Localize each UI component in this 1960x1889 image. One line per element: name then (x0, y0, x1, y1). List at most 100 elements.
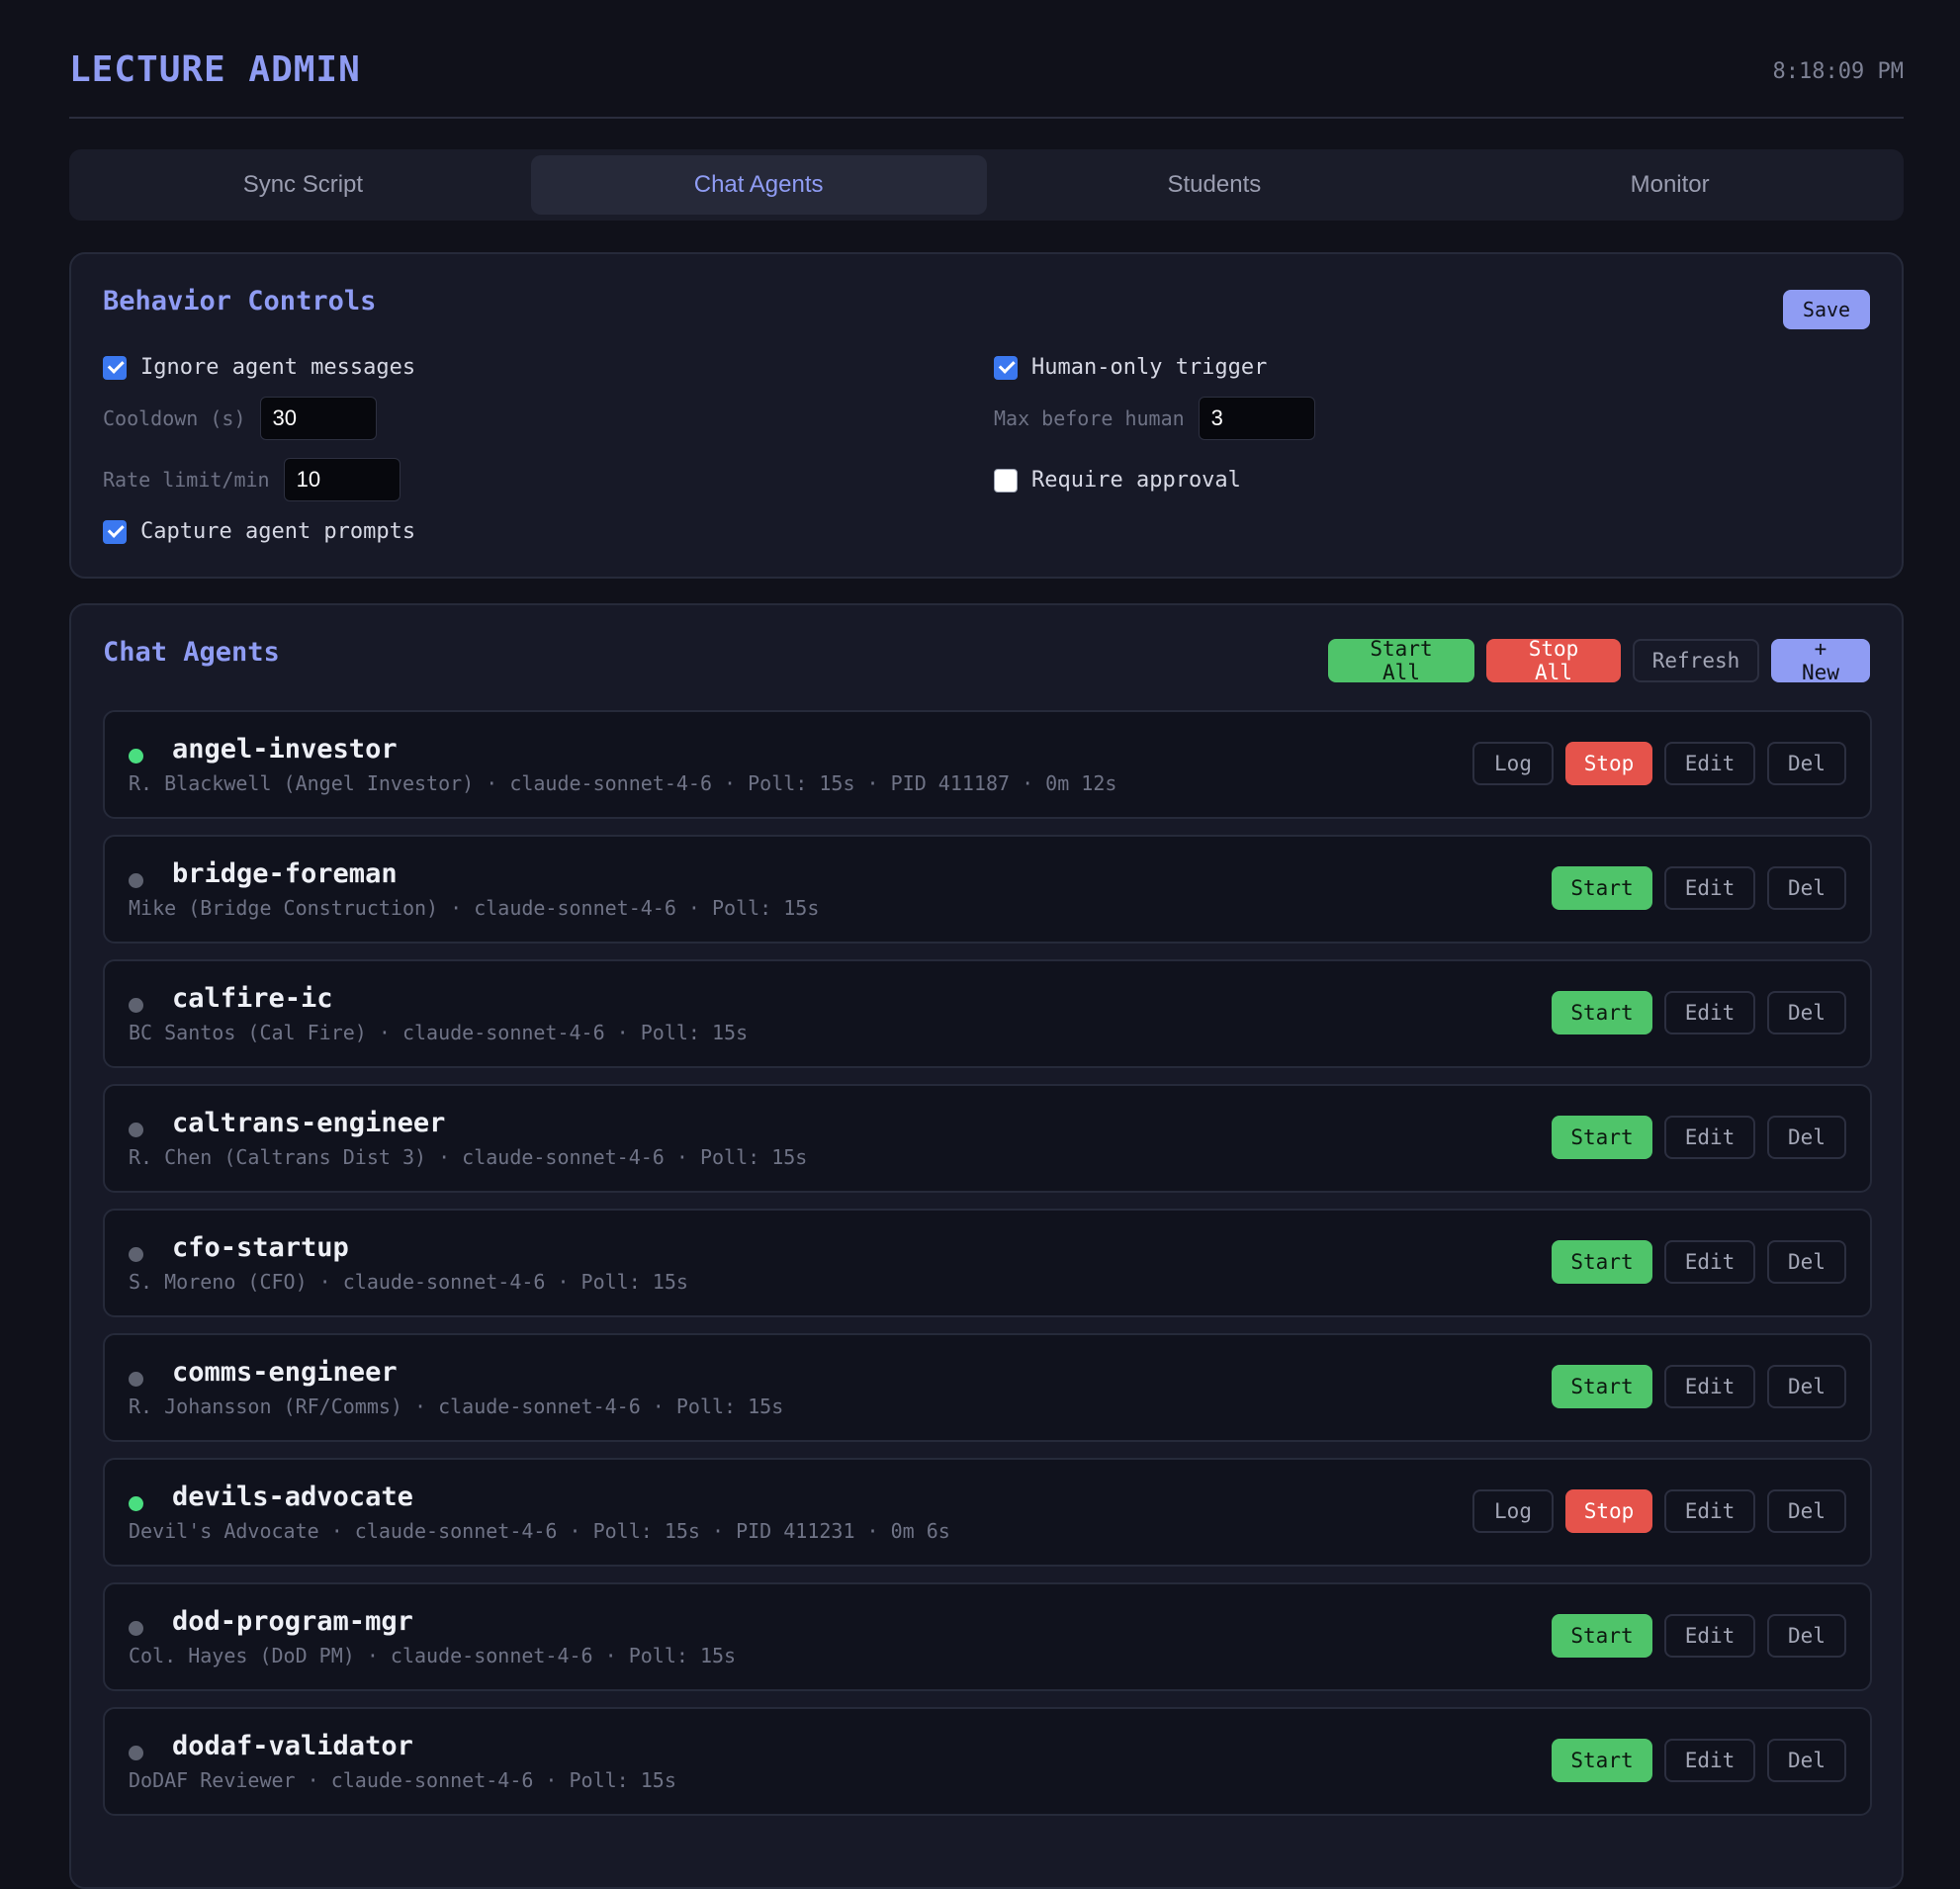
delete-button[interactable]: Del (1767, 742, 1846, 785)
edit-button[interactable]: Edit (1664, 1489, 1755, 1533)
start-button[interactable]: Start (1552, 1614, 1652, 1658)
delete-button[interactable]: Del (1767, 1116, 1846, 1159)
human-only-trigger-option[interactable]: Human-only trigger (994, 355, 1267, 380)
refresh-button[interactable]: Refresh (1633, 639, 1759, 682)
tab-sync-script[interactable]: Sync Script (75, 155, 531, 215)
status-dot-icon (129, 1123, 143, 1137)
require-approval-label: Require approval (1031, 468, 1241, 493)
clock: 8:18:09 PM (1772, 59, 1904, 84)
edit-button[interactable]: Edit (1664, 866, 1755, 910)
delete-button[interactable]: Del (1767, 1489, 1846, 1533)
agent-actions: Start Edit Del (1552, 1116, 1846, 1159)
status-dot-icon (129, 749, 143, 764)
agent-name: dodaf-validator (172, 1731, 413, 1761)
capture-prompts-option[interactable]: Capture agent prompts (103, 519, 415, 544)
agent-name: cfo-startup (172, 1232, 349, 1263)
agent-name: angel-investor (172, 734, 398, 765)
capture-prompts-label: Capture agent prompts (140, 519, 416, 544)
log-button[interactable]: Log (1472, 742, 1554, 785)
edit-button[interactable]: Edit (1664, 1240, 1755, 1284)
agent-meta: R. Chen (Caltrans Dist 3) · claude-sonne… (129, 1145, 808, 1169)
edit-button[interactable]: Edit (1664, 1116, 1755, 1159)
tab-chat-agents[interactable]: Chat Agents (530, 155, 987, 215)
status-dot-icon (129, 1746, 143, 1760)
new-agent-button[interactable]: + New (1771, 637, 1870, 684)
agent-row: caltrans-engineer R. Chen (Caltrans Dist … (103, 1084, 1872, 1193)
agent-name: comms-engineer (172, 1357, 398, 1388)
start-all-button[interactable]: Start All (1328, 637, 1474, 684)
delete-button[interactable]: Del (1767, 1614, 1846, 1658)
rate-limit-input[interactable] (283, 458, 401, 501)
human-only-trigger-label: Human-only trigger (1031, 355, 1268, 380)
start-button[interactable]: Start (1552, 866, 1652, 910)
agents-toolbar: Start All Stop All Refresh + New (1328, 637, 1870, 684)
agent-meta: R. Johansson (RF/Comms) · claude-sonnet-… (129, 1394, 784, 1418)
stop-button[interactable]: Stop (1565, 1489, 1652, 1533)
behavior-controls-title: Behavior Controls (103, 286, 377, 316)
tab-bar: Sync Script Chat Agents Students Monitor (69, 149, 1904, 221)
tab-monitor[interactable]: Monitor (1442, 155, 1898, 215)
app-header: LECTURE ADMIN 8:18:09 PM (69, 0, 1904, 119)
max-before-human-field: Max before human (994, 397, 1315, 440)
agent-name: caltrans-engineer (172, 1108, 446, 1138)
edit-button[interactable]: Edit (1664, 742, 1755, 785)
behavior-controls-panel: Behavior Controls Save Ignore agent mess… (69, 252, 1904, 579)
status-dot-icon (129, 1496, 143, 1511)
delete-button[interactable]: Del (1767, 1365, 1846, 1408)
agent-actions: Start Edit Del (1552, 1365, 1846, 1408)
edit-button[interactable]: Edit (1664, 1739, 1755, 1782)
status-dot-icon (129, 998, 143, 1013)
edit-button[interactable]: Edit (1664, 991, 1755, 1034)
agent-actions: Log Stop Edit Del (1472, 742, 1846, 785)
human-only-trigger-checkbox[interactable] (994, 355, 1018, 380)
agent-name: devils-advocate (172, 1482, 413, 1512)
agent-meta: R. Blackwell (Angel Investor) · claude-s… (129, 771, 1117, 795)
agent-row: dodaf-validator DoDAF Reviewer · claude-s… (103, 1707, 1872, 1816)
agent-meta: S. Moreno (CFO) · claude-sonnet-4-6 · Po… (129, 1270, 688, 1294)
capture-prompts-checkbox[interactable] (103, 519, 127, 544)
cooldown-input[interactable] (259, 397, 377, 440)
edit-button[interactable]: Edit (1664, 1365, 1755, 1408)
agent-meta: Col. Hayes (DoD PM) · claude-sonnet-4-6 … (129, 1644, 737, 1667)
agent-name: bridge-foreman (172, 858, 398, 889)
start-button[interactable]: Start (1552, 1116, 1652, 1159)
tab-students[interactable]: Students (987, 155, 1443, 215)
edit-button[interactable]: Edit (1664, 1614, 1755, 1658)
agent-row: devils-advocate Devil's Advocate · claude… (103, 1458, 1872, 1567)
agent-meta: Mike (Bridge Construction) · claude-sonn… (129, 896, 820, 920)
delete-button[interactable]: Del (1767, 991, 1846, 1034)
agent-actions: Start Edit Del (1552, 1739, 1846, 1782)
log-button[interactable]: Log (1472, 1489, 1554, 1533)
status-dot-icon (129, 1372, 143, 1387)
delete-button[interactable]: Del (1767, 1240, 1846, 1284)
agent-meta: Devil's Advocate · claude-sonnet-4-6 · P… (129, 1519, 950, 1543)
require-approval-checkbox[interactable] (994, 468, 1018, 493)
rate-limit-label: Rate limit/min (103, 468, 270, 492)
delete-button[interactable]: Del (1767, 866, 1846, 910)
agent-row: dod-program-mgr Col. Hayes (DoD PM) · cla… (103, 1582, 1872, 1691)
agent-row: cfo-startup S. Moreno (CFO) · claude-sonn… (103, 1209, 1872, 1317)
status-dot-icon (129, 1621, 143, 1636)
stop-all-button[interactable]: Stop All (1486, 637, 1621, 684)
require-approval-option[interactable]: Require approval (994, 468, 1241, 493)
agent-name: calfire-ic (172, 983, 333, 1014)
save-button[interactable]: Save (1783, 290, 1870, 329)
delete-button[interactable]: Del (1767, 1739, 1846, 1782)
ignore-agent-messages-checkbox[interactable] (103, 355, 127, 380)
app-title: LECTURE ADMIN (69, 49, 361, 90)
max-before-human-label: Max before human (994, 406, 1185, 430)
agent-actions: Start Edit Del (1552, 991, 1846, 1034)
agent-actions: Start Edit Del (1552, 1614, 1846, 1658)
start-button[interactable]: Start (1552, 1240, 1652, 1284)
agent-actions: Log Stop Edit Del (1472, 1489, 1846, 1533)
start-button[interactable]: Start (1552, 1739, 1652, 1782)
start-button[interactable]: Start (1552, 991, 1652, 1034)
ignore-agent-messages-label: Ignore agent messages (140, 355, 416, 380)
agent-row: angel-investor R. Blackwell (Angel Invest… (103, 710, 1872, 819)
agent-list: angel-investor R. Blackwell (Angel Invest… (103, 710, 1872, 1832)
max-before-human-input[interactable] (1198, 397, 1315, 440)
ignore-agent-messages-option[interactable]: Ignore agent messages (103, 355, 415, 380)
agent-row: calfire-ic BC Santos (Cal Fire) · claude-… (103, 959, 1872, 1068)
start-button[interactable]: Start (1552, 1365, 1652, 1408)
stop-button[interactable]: Stop (1565, 742, 1652, 785)
